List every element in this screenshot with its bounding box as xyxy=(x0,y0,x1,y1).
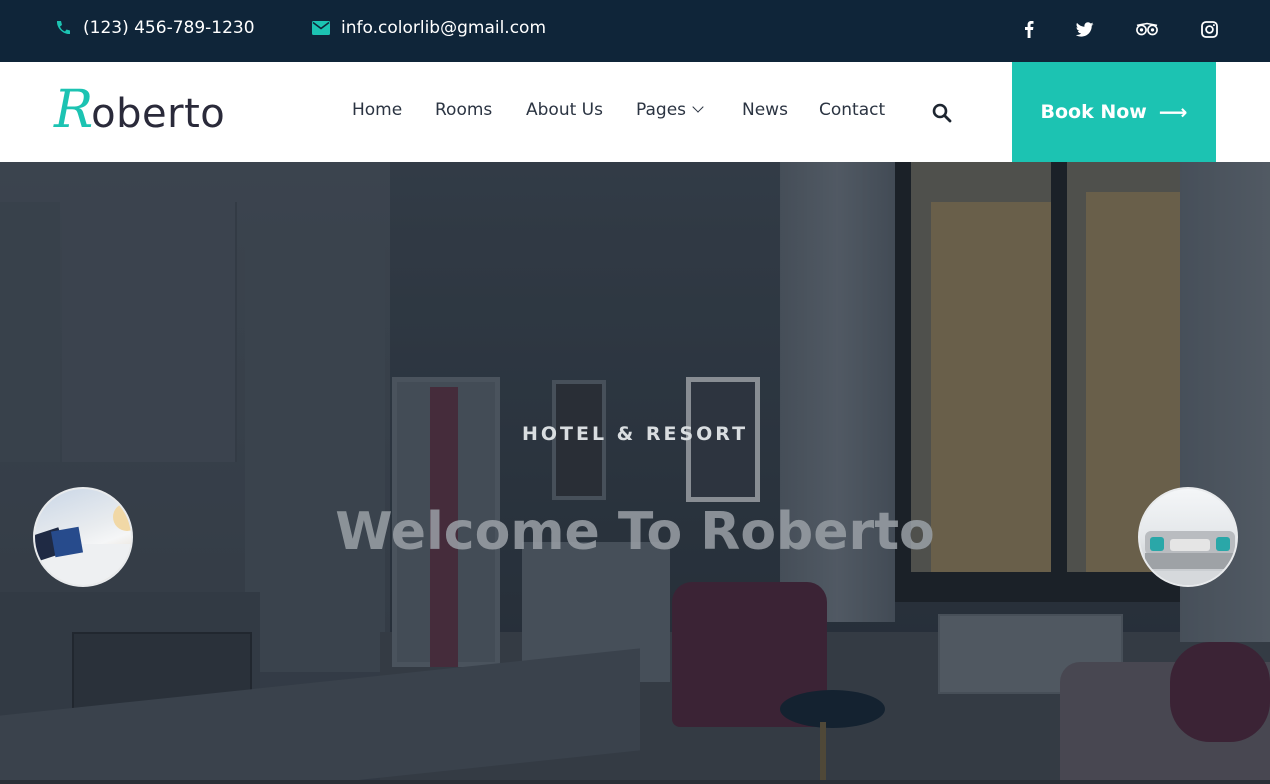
instagram-icon[interactable] xyxy=(1198,17,1220,41)
nav-pages-label: Pages xyxy=(636,100,687,120)
prev-slide-thumbnail[interactable] xyxy=(33,487,133,587)
logo-initial: R xyxy=(54,80,94,140)
hero-subtitle: HOTEL & RESORT xyxy=(521,423,749,445)
email-address: info.colorlib@gmail.com xyxy=(341,18,547,38)
book-now-label: Book Now xyxy=(1040,101,1147,123)
envelope-icon xyxy=(312,19,330,37)
chevron-down-icon xyxy=(692,101,704,113)
nav-about-us[interactable]: About Us xyxy=(526,100,603,120)
facebook-icon[interactable] xyxy=(1018,17,1040,41)
nav-contact[interactable]: Contact xyxy=(819,100,885,120)
logo-text: oberto xyxy=(91,91,226,137)
hero-section: HOTEL & RESORT Welcome To Roberto xyxy=(0,162,1270,784)
nav-news[interactable]: News xyxy=(742,100,788,120)
twitter-icon[interactable] xyxy=(1074,17,1096,41)
next-slide-thumbnail[interactable] xyxy=(1138,487,1238,587)
phone-icon xyxy=(54,19,72,37)
search-icon[interactable] xyxy=(932,103,952,123)
phone-number: (123) 456-789-1230 xyxy=(83,18,255,38)
email-contact[interactable]: info.colorlib@gmail.com xyxy=(312,18,546,38)
site-logo[interactable]: R oberto xyxy=(54,84,225,140)
book-now-button[interactable]: Book Now ⟶ xyxy=(1012,62,1216,162)
nav-home[interactable]: Home xyxy=(352,100,402,120)
nav-pages[interactable]: Pages xyxy=(636,100,704,120)
nav-rooms[interactable]: Rooms xyxy=(435,100,492,120)
phone-contact[interactable]: (123) 456-789-1230 xyxy=(54,18,255,38)
top-bar: (123) 456-789-1230 info.colorlib@gmail.c… xyxy=(0,0,1270,62)
hero-bottom-edge xyxy=(0,780,1270,784)
hero-overlay xyxy=(0,162,1270,784)
hero-title: Welcome To Roberto xyxy=(335,502,935,562)
arrow-right-icon: ⟶ xyxy=(1158,100,1188,124)
tripadvisor-icon[interactable] xyxy=(1136,17,1158,41)
